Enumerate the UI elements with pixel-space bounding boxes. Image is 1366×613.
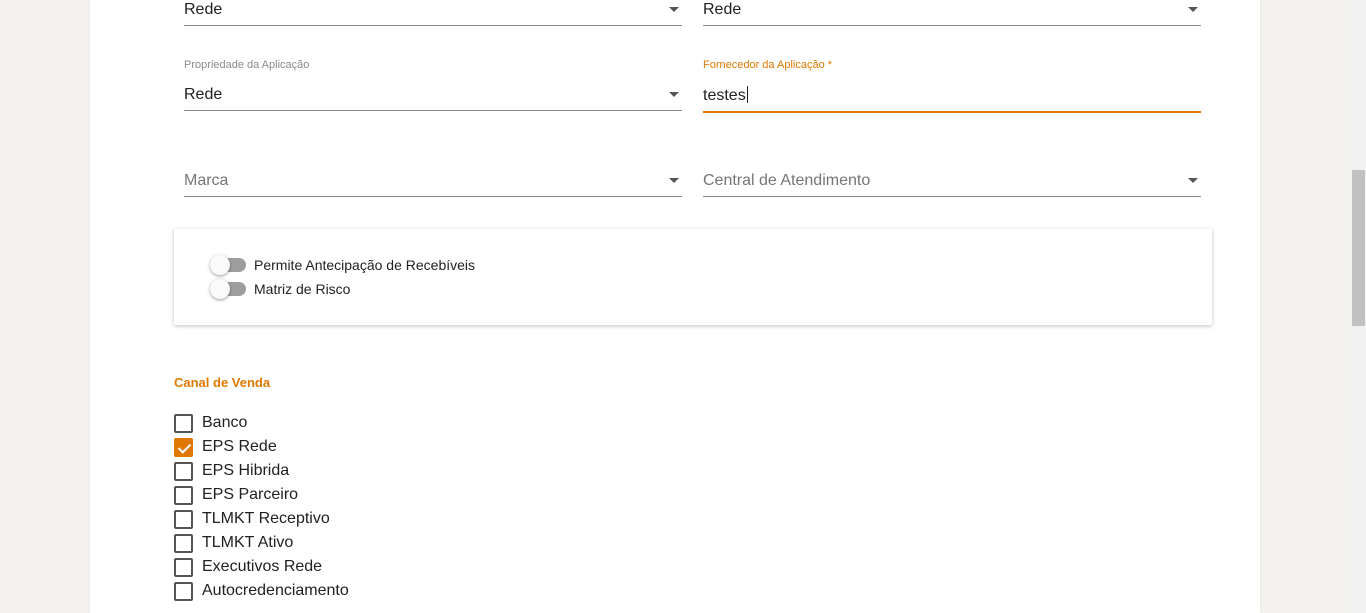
field-label: Fornecedor da Aplicação * xyxy=(703,59,833,71)
select-value: Rede xyxy=(184,86,223,103)
toggle-label: Matriz de Risco xyxy=(254,281,351,297)
checkbox-autocredenciamento[interactable]: Autocredenciamento xyxy=(174,579,349,603)
chevron-down-icon xyxy=(1188,178,1198,183)
field-label: Propriedade da Aplicação xyxy=(184,59,310,71)
checkbox-banco[interactable]: Banco xyxy=(174,411,349,435)
toggle-label: Permite Antecipação de Recebíveis xyxy=(254,257,476,273)
toggle-thumb[interactable] xyxy=(210,255,230,275)
checkbox-label: TLMKT Ativo xyxy=(202,534,294,551)
checkbox-eps-hibrida[interactable]: EPS Hibrida xyxy=(174,459,349,483)
toggles-panel: Permite Antecipação de Recebíveis Matriz… xyxy=(174,229,1212,325)
checkbox[interactable] xyxy=(174,413,193,433)
checkbox-label: TLMKT Receptivo xyxy=(202,510,330,527)
chevron-down-icon xyxy=(669,7,679,12)
checkbox-label: Autocredenciamento xyxy=(202,582,349,599)
select-value: Rede xyxy=(184,1,223,18)
scrollbar-thumb[interactable] xyxy=(1352,170,1365,326)
rede-select-left[interactable]: Rede xyxy=(184,0,682,26)
vertical-scrollbar[interactable] xyxy=(1351,0,1366,613)
check-icon[interactable] xyxy=(174,437,193,457)
marca-select[interactable]: Marca xyxy=(184,167,682,197)
checkbox-eps-rede[interactable]: EPS Rede xyxy=(174,435,349,459)
checkbox[interactable] xyxy=(174,509,193,529)
toggle-thumb[interactable] xyxy=(210,279,230,299)
propriedade-aplicacao-select[interactable]: Propriedade da Aplicação Rede xyxy=(184,59,682,111)
checkbox-label: EPS Hibrida xyxy=(202,462,290,479)
canal-venda-list: Banco EPS Rede EPS Hibrida EPS Parceiro … xyxy=(174,411,349,603)
rede-select-right[interactable]: Rede xyxy=(703,0,1201,26)
input-value: testes xyxy=(703,87,746,104)
checkbox-tlmkt-ativo[interactable]: TLMKT Ativo xyxy=(174,531,349,555)
select-placeholder: Marca xyxy=(184,172,229,189)
antecipacao-toggle[interactable] xyxy=(210,255,246,275)
toggle-antecipacao-row[interactable]: Permite Antecipação de Recebíveis xyxy=(210,255,475,275)
checkbox-label: EPS Parceiro xyxy=(202,486,299,503)
checkbox-executivos-rede[interactable]: Executivos Rede xyxy=(174,555,349,579)
chevron-down-icon xyxy=(1188,7,1198,12)
checkbox[interactable] xyxy=(174,533,193,553)
chevron-down-icon xyxy=(669,178,679,183)
checkbox[interactable] xyxy=(174,461,193,481)
checkbox[interactable] xyxy=(174,485,193,505)
checkbox-label: Executivos Rede xyxy=(202,558,323,575)
canal-venda-title: Canal de Venda xyxy=(174,375,271,390)
checkbox-label: EPS Rede xyxy=(202,438,277,455)
checkbox[interactable] xyxy=(174,581,193,601)
checkbox-label: Banco xyxy=(202,414,248,431)
matriz-risco-toggle[interactable] xyxy=(210,279,246,299)
select-value: Rede xyxy=(703,1,742,18)
fornecedor-aplicacao-input[interactable]: Fornecedor da Aplicação * testes xyxy=(703,59,1201,113)
select-placeholder: Central de Atendimento xyxy=(703,172,871,189)
checkbox-eps-parceiro[interactable]: EPS Parceiro xyxy=(174,483,349,507)
checkbox[interactable] xyxy=(174,557,193,577)
chevron-down-icon xyxy=(669,92,679,97)
central-atendimento-select[interactable]: Central de Atendimento xyxy=(703,167,1201,197)
checkbox-tlmkt-receptivo[interactable]: TLMKT Receptivo xyxy=(174,507,349,531)
toggle-matriz-risco-row[interactable]: Matriz de Risco xyxy=(210,279,350,299)
